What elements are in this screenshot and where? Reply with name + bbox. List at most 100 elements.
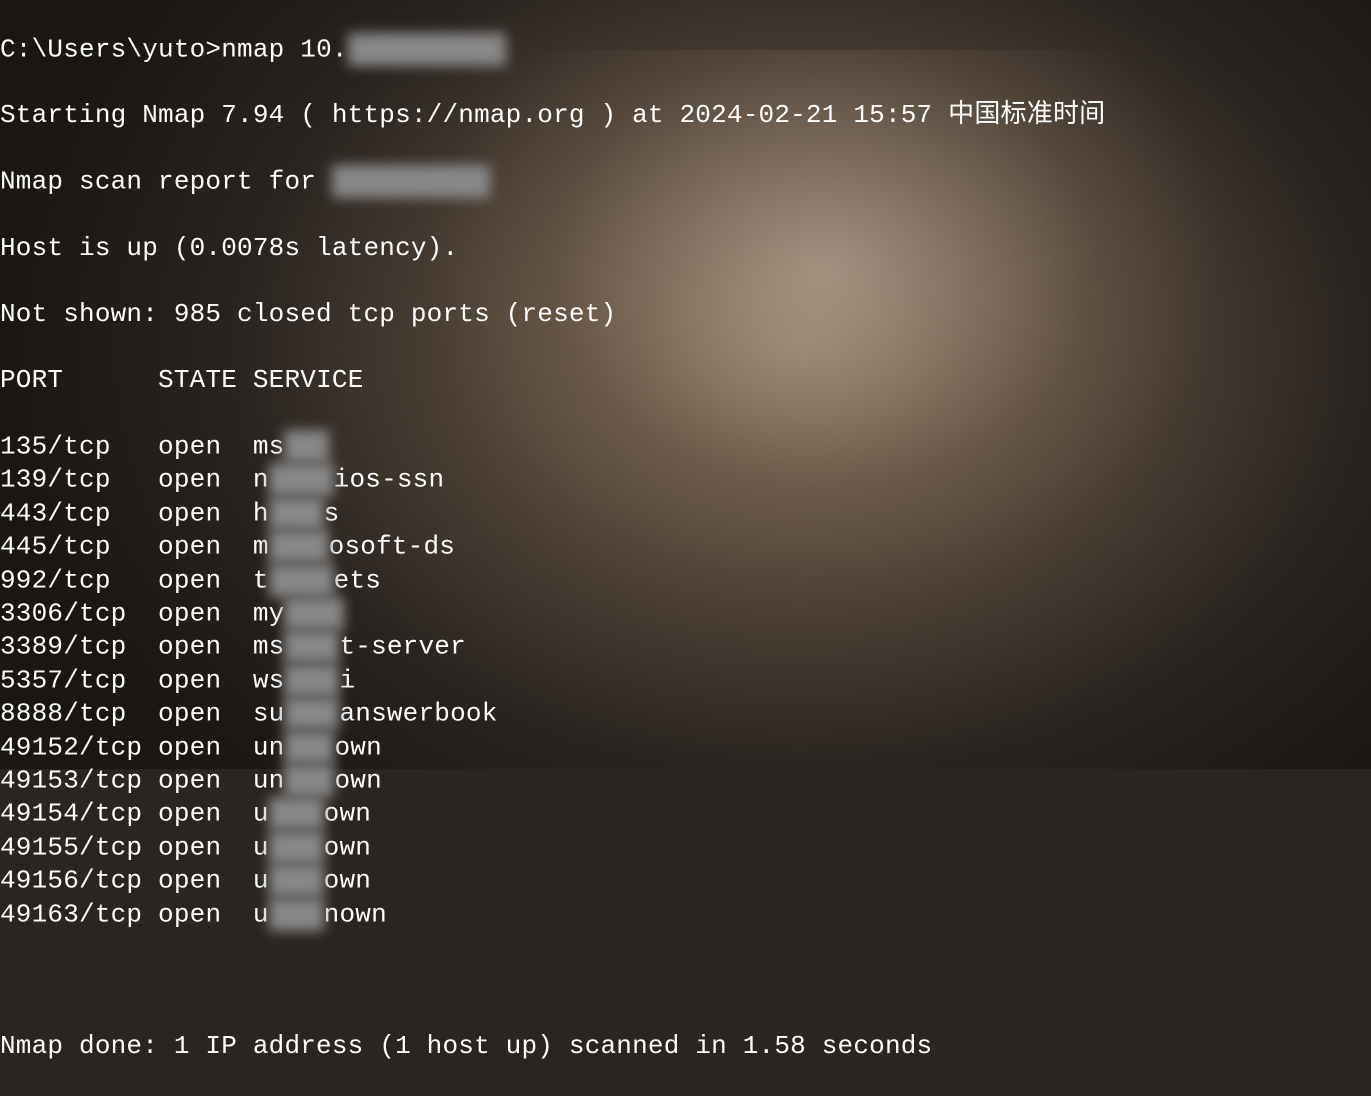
command-text: nmap 10. xyxy=(221,34,347,64)
state-cell: open xyxy=(158,866,253,896)
report-prefix: Nmap scan report for xyxy=(0,167,332,197)
service-prefix: un xyxy=(253,765,285,795)
port-cell: 445/tcp xyxy=(0,532,158,562)
service-suffix: s xyxy=(324,498,340,528)
state-cell: open xyxy=(158,832,253,862)
table-row: 992/tcp open t ets xyxy=(0,564,1371,597)
state-cell: open xyxy=(158,665,253,695)
redacted-service xyxy=(284,731,334,764)
service-suffix: own xyxy=(324,866,371,896)
redacted-service xyxy=(284,430,329,463)
service-prefix: ms xyxy=(253,431,285,461)
notshown-line: Not shown: 985 closed tcp ports (reset) xyxy=(0,298,1371,331)
state-cell: open xyxy=(158,799,253,829)
service-prefix: u xyxy=(253,799,269,829)
port-cell: 443/tcp xyxy=(0,498,158,528)
service-prefix: n xyxy=(253,465,269,495)
table-row: 3389/tcp open ms t-server xyxy=(0,630,1371,663)
service-prefix: m xyxy=(253,532,269,562)
state-cell: open xyxy=(158,498,253,528)
table-row: 135/tcp open ms xyxy=(0,430,1371,463)
blank-line xyxy=(0,964,1371,997)
table-row: 49155/tcp open u own xyxy=(0,831,1371,864)
service-prefix: t xyxy=(253,565,269,595)
service-suffix: own xyxy=(324,799,371,829)
service-prefix: my xyxy=(253,598,285,628)
service-suffix: answerbook xyxy=(339,699,497,729)
service-prefix: u xyxy=(253,899,269,929)
state-cell: open xyxy=(158,431,253,461)
redacted-service xyxy=(269,898,324,931)
redacted-ip xyxy=(348,33,506,66)
state-cell: open xyxy=(158,532,253,562)
redacted-service xyxy=(284,597,344,630)
state-cell: open xyxy=(158,598,253,628)
state-cell: open xyxy=(158,732,253,762)
redacted-service xyxy=(269,797,324,830)
service-prefix: h xyxy=(253,498,269,528)
table-row: 3306/tcp open my xyxy=(0,597,1371,630)
port-cell: 49156/tcp xyxy=(0,866,158,896)
port-cell: 49163/tcp xyxy=(0,899,158,929)
table-row: 49153/tcp open un own xyxy=(0,764,1371,797)
state-cell: open xyxy=(158,699,253,729)
service-prefix: un xyxy=(253,732,285,762)
state-cell: open xyxy=(158,765,253,795)
service-suffix: ios-ssn xyxy=(334,465,445,495)
service-suffix: osoft-ds xyxy=(329,532,455,562)
redacted-service xyxy=(284,630,339,663)
table-row: 443/tcp open h s xyxy=(0,497,1371,530)
service-suffix: nown xyxy=(324,899,387,929)
table-header: PORT STATE SERVICE xyxy=(0,364,1371,397)
port-cell: 3389/tcp xyxy=(0,632,158,662)
service-suffix: i xyxy=(339,665,355,695)
header-state: STATE xyxy=(158,365,237,395)
state-cell: open xyxy=(158,632,253,662)
done-line: Nmap done: 1 IP address (1 host up) scan… xyxy=(0,1030,1371,1063)
redacted-service xyxy=(269,463,334,496)
table-row: 5357/tcp open ws i xyxy=(0,664,1371,697)
redacted-service xyxy=(269,864,324,897)
port-cell: 49153/tcp xyxy=(0,765,158,795)
redacted-service xyxy=(284,664,339,697)
table-row: 8888/tcp open su answerbook xyxy=(0,697,1371,730)
redacted-service xyxy=(284,697,339,730)
prompt-text: C:\Users\yuto> xyxy=(0,34,221,64)
state-cell: open xyxy=(158,565,253,595)
command-line: C:\Users\yuto>nmap 10. xyxy=(0,33,1371,66)
port-cell: 49152/tcp xyxy=(0,732,158,762)
header-port: PORT xyxy=(0,365,63,395)
state-cell: open xyxy=(158,899,253,929)
starting-line: Starting Nmap 7.94 ( https://nmap.org ) … xyxy=(0,99,1371,132)
port-cell: 135/tcp xyxy=(0,431,158,461)
port-cell: 8888/tcp xyxy=(0,699,158,729)
table-row: 49152/tcp open un own xyxy=(0,731,1371,764)
report-line: Nmap scan report for xyxy=(0,165,1371,198)
service-prefix: ws xyxy=(253,665,285,695)
service-suffix: own xyxy=(334,765,381,795)
header-service: SERVICE xyxy=(253,365,364,395)
table-row: 49156/tcp open u own xyxy=(0,864,1371,897)
port-cell: 992/tcp xyxy=(0,565,158,595)
table-row: 445/tcp open m osoft-ds xyxy=(0,530,1371,563)
terminal-output[interactable]: C:\Users\yuto>nmap 10. Starting Nmap 7.9… xyxy=(0,0,1371,1096)
service-prefix: su xyxy=(253,699,285,729)
port-cell: 49155/tcp xyxy=(0,832,158,862)
state-cell: open xyxy=(158,465,253,495)
table-row: 139/tcp open n ios-ssn xyxy=(0,463,1371,496)
service-suffix: own xyxy=(324,832,371,862)
redacted-service xyxy=(269,831,324,864)
service-prefix: u xyxy=(253,866,269,896)
service-prefix: ms xyxy=(253,632,285,662)
service-suffix: own xyxy=(334,732,381,762)
port-cell: 139/tcp xyxy=(0,465,158,495)
redacted-target xyxy=(332,165,490,198)
service-suffix: t-server xyxy=(339,632,465,662)
port-cell: 49154/tcp xyxy=(0,799,158,829)
redacted-service xyxy=(269,564,334,597)
redacted-service xyxy=(269,497,324,530)
port-cell: 5357/tcp xyxy=(0,665,158,695)
service-prefix: u xyxy=(253,832,269,862)
table-row: 49163/tcp open u nown xyxy=(0,898,1371,931)
port-table: 135/tcp open ms 139/tcp open n ios-ssn44… xyxy=(0,430,1371,931)
